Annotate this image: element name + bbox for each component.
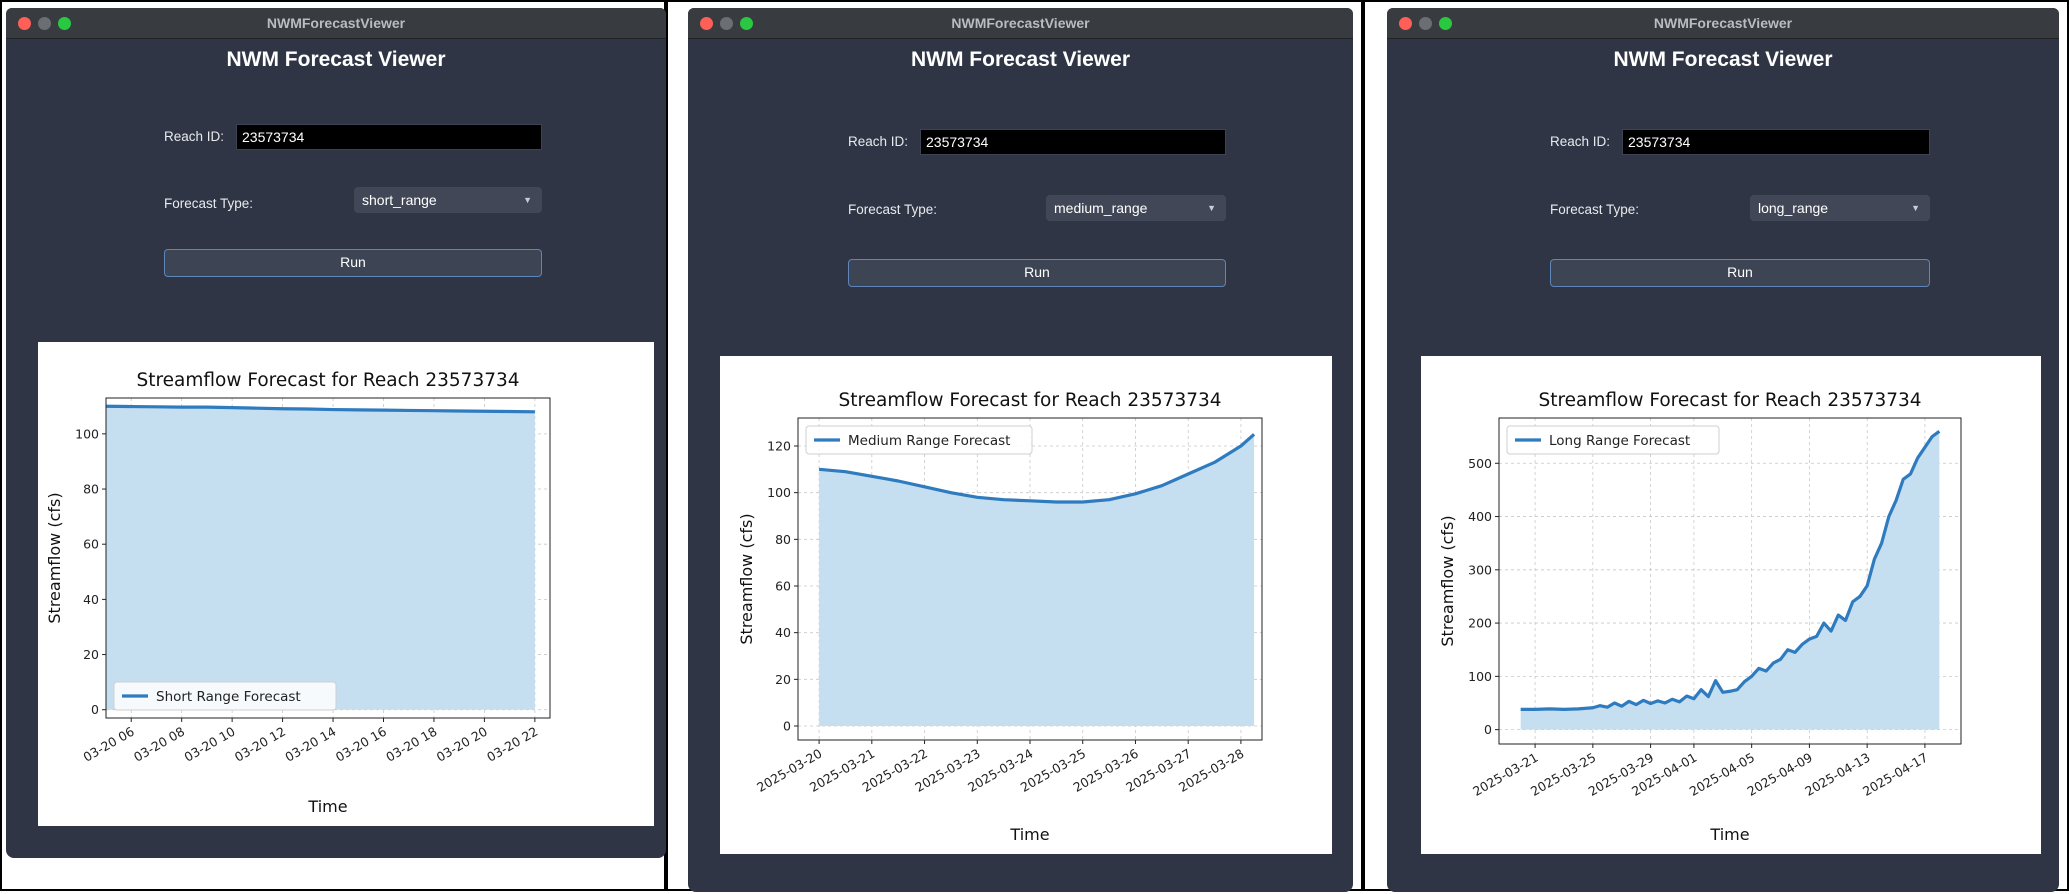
screenshot-cell-2: NWMForecastViewer NWM Forecast Viewer Re…: [666, 0, 1363, 892]
y-axis-label: Streamflow (cfs): [45, 492, 64, 623]
forecast-type-label: Forecast Type:: [164, 196, 254, 211]
y-tick-label: 80: [83, 482, 99, 497]
reach-id-label: Reach ID:: [848, 134, 909, 149]
y-tick-label: 20: [83, 647, 99, 662]
x-tick-label: 03-20 22: [484, 724, 540, 765]
y-tick-label: 100: [75, 426, 99, 441]
reach-id-input[interactable]: 23573734: [236, 124, 542, 150]
streamflow-chart: Streamflow Forecast for Reach 23573734 0 2…: [45, 370, 551, 816]
title-bar[interactable]: NWMForecastViewer: [1387, 8, 2059, 39]
y-tick-label: 100: [767, 485, 791, 500]
forecast-type-value: short_range: [362, 192, 437, 208]
x-tick-label: 03-20 10: [181, 724, 237, 765]
chevron-down-icon: ▼: [1911, 203, 1920, 213]
x-axis-label: Time: [1709, 825, 1749, 844]
app-title: NWM Forecast Viewer: [1613, 48, 1833, 71]
screenshot-cell-3: NWMForecastViewer NWM Forecast Viewer Re…: [1363, 0, 2069, 892]
y-tick-label: 0: [91, 702, 99, 717]
x-tick-label: 03-20 06: [81, 724, 137, 765]
legend-label: Long Range Forecast: [1549, 433, 1690, 449]
x-tick-label: 03-20 18: [383, 724, 439, 765]
streamflow-chart: Streamflow Forecast for Reach 23573734 0 2…: [737, 390, 1263, 844]
area-fill: [106, 406, 535, 710]
run-button[interactable]: Run: [164, 249, 542, 277]
chart-title: Streamflow Forecast for Reach 23573734: [838, 390, 1221, 411]
window-title: NWMForecastViewer: [951, 15, 1090, 31]
app-title: NWM Forecast Viewer: [226, 48, 446, 71]
forecast-type-label: Forecast Type:: [1550, 202, 1640, 217]
forecast-type-value: long_range: [1758, 200, 1829, 216]
y-axis-label: Streamflow (cfs): [737, 513, 756, 644]
reach-id-label: Reach ID:: [1550, 134, 1611, 149]
y-tick-label: 120: [767, 439, 791, 454]
y-axis-label: Streamflow (cfs): [1438, 515, 1457, 646]
area-fill: [1520, 431, 1940, 730]
y-tick-label: 40: [775, 625, 791, 640]
y-tick-label: 80: [775, 532, 791, 547]
title-bar[interactable]: NWMForecastViewer: [688, 8, 1353, 39]
reach-id-input[interactable]: 23573734: [1622, 129, 1930, 155]
app-window: NWMForecastViewer NWM Forecast Viewer Re…: [1387, 8, 2059, 892]
y-tick-label: 60: [775, 579, 791, 594]
chart-panel: Streamflow Forecast for Reach 23573734 0 1…: [1421, 356, 2041, 854]
forecast-type-label: Forecast Type:: [848, 202, 938, 217]
x-tick-label: 2025-04-17: [1860, 750, 1930, 799]
window-title: NWMForecastViewer: [1653, 15, 1793, 31]
y-tick-label: 300: [1468, 562, 1492, 577]
streamflow-chart: Streamflow Forecast for Reach 23573734 0 1…: [1438, 390, 1962, 844]
chart-title: Streamflow Forecast for Reach 23573734: [136, 370, 519, 391]
reach-id-input[interactable]: 23573734: [920, 129, 1226, 155]
y-tick-label: 200: [1468, 616, 1492, 631]
chart-panel: Streamflow Forecast for Reach 23573734 0 2…: [720, 356, 1332, 854]
chevron-down-icon: ▼: [1207, 203, 1216, 213]
y-tick-label: 0: [783, 719, 791, 734]
x-axis-label: Time: [1009, 825, 1049, 844]
x-axis-label: Time: [307, 797, 347, 816]
chart-panel: Streamflow Forecast for Reach 23573734 0 2…: [38, 342, 654, 826]
title-bar[interactable]: NWMForecastViewer: [6, 8, 666, 39]
x-tick-label: 03-20 20: [434, 724, 490, 765]
x-tick-label: 03-20 08: [131, 724, 187, 765]
reach-id-label: Reach ID:: [164, 129, 225, 144]
run-button[interactable]: Run: [1550, 259, 1930, 287]
y-tick-label: 0: [1484, 722, 1492, 737]
legend-label: Medium Range Forecast: [848, 433, 1010, 449]
chevron-down-icon: ▼: [523, 195, 532, 205]
screenshot-cell-1: NWMForecastViewer NWM Forecast Viewer Re…: [0, 0, 666, 891]
run-button[interactable]: Run: [848, 259, 1226, 287]
y-tick-label: 400: [1468, 509, 1492, 524]
y-tick-label: 100: [1468, 669, 1492, 684]
y-tick-label: 20: [775, 672, 791, 687]
y-tick-label: 60: [83, 537, 99, 552]
app-title: NWM Forecast Viewer: [910, 48, 1130, 71]
forecast-type-select[interactable]: short_range ▼: [354, 187, 542, 213]
chart-title: Streamflow Forecast for Reach 23573734: [1538, 390, 1921, 411]
legend-label: Short Range Forecast: [156, 689, 301, 705]
forecast-type-select[interactable]: long_range ▼: [1750, 195, 1930, 221]
forecast-type-value: medium_range: [1054, 200, 1148, 216]
app-window: NWMForecastViewer NWM Forecast Viewer Re…: [688, 8, 1353, 892]
forecast-type-select[interactable]: medium_range ▼: [1046, 195, 1226, 221]
y-tick-label: 500: [1468, 456, 1492, 471]
x-tick-label: 03-20 14: [282, 724, 338, 765]
window-title: NWMForecastViewer: [266, 15, 406, 31]
x-tick-label: 03-20 12: [232, 724, 288, 765]
x-tick-label: 03-20 16: [333, 724, 389, 765]
app-window: NWMForecastViewer NWM Forecast Viewer Re…: [6, 8, 666, 858]
y-tick-label: 40: [83, 592, 99, 607]
